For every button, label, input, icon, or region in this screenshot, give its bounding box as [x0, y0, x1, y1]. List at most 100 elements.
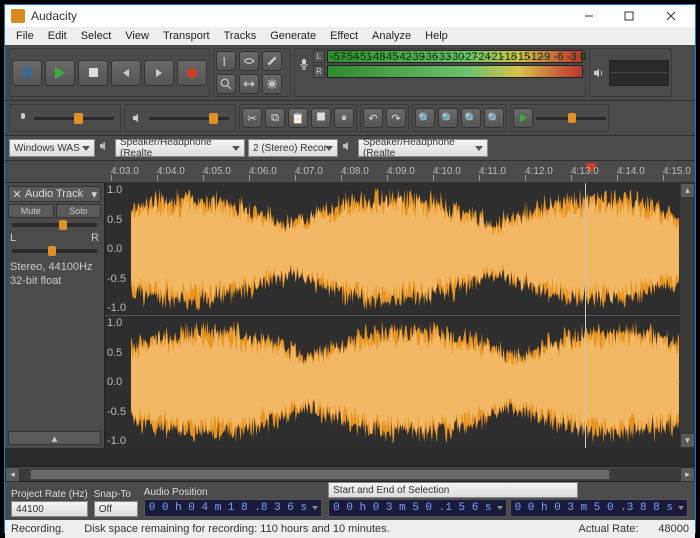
track-menu-icon[interactable]: ▾	[91, 188, 97, 201]
track-close-icon[interactable]: ✕	[12, 188, 22, 201]
mic-icon	[297, 57, 311, 71]
fit-selection-icon[interactable]: 🔍	[461, 108, 481, 128]
maximize-button[interactable]	[609, 5, 649, 27]
track-gain-slider[interactable]	[12, 223, 97, 227]
timeshift-tool-icon[interactable]	[239, 74, 259, 94]
zoom-out-icon[interactable]: 🔍	[438, 108, 458, 128]
menu-generate[interactable]: Generate	[263, 28, 323, 44]
solo-button[interactable]: Solo	[56, 204, 102, 218]
fit-project-icon[interactable]: 🔍	[484, 108, 504, 128]
mic-icon	[16, 111, 30, 125]
envelope-tool-icon[interactable]	[239, 51, 259, 71]
paste-icon[interactable]: 📋	[288, 108, 308, 128]
redo-icon[interactable]: ↷	[386, 108, 406, 128]
playback-volume-slider[interactable]	[124, 104, 236, 132]
zoom-toolbar: 🔍 🔍 🔍 🔍	[412, 104, 507, 132]
silence-icon[interactable]: ⏸	[334, 108, 354, 128]
titlebar: Audacity	[5, 5, 695, 27]
audio-position-field[interactable]: 0 0 h 0 4 m 1 8 .8 3 6 s	[144, 499, 322, 517]
menu-select[interactable]: Select	[74, 28, 119, 44]
waveform-display[interactable]: 1.00.50.0-0.5-1.0 1.00.50.0-0.5-1.0	[105, 183, 680, 448]
playback-meter-r[interactable]	[610, 73, 668, 85]
mute-button[interactable]: Mute	[8, 204, 54, 218]
track-pan-slider[interactable]	[12, 249, 97, 253]
speaker-icon	[341, 139, 355, 153]
selection-mode-combo[interactable]: Start and End of Selection	[328, 482, 578, 498]
draw-tool-icon[interactable]	[262, 51, 282, 71]
recording-channels-combo[interactable]: 2 (Stereo) Recor	[248, 139, 338, 157]
selection-end-field[interactable]: 0 0 h 0 3 m 5 0 .3 8 8 s	[510, 499, 688, 517]
speaker-icon	[131, 111, 145, 125]
recording-meter-r[interactable]	[327, 65, 583, 78]
playback-cursor	[585, 183, 586, 448]
status-bar: Recording. Disk space remaining for reco…	[5, 520, 695, 538]
minimize-button[interactable]	[569, 5, 609, 27]
menu-file[interactable]: File	[9, 28, 41, 44]
menu-transport[interactable]: Transport	[156, 28, 217, 44]
actual-rate-value: 48000	[658, 523, 689, 535]
pause-button[interactable]	[12, 60, 42, 86]
recording-volume-slider[interactable]	[9, 104, 121, 132]
app-icon	[11, 9, 25, 23]
selection-toolbar: Project Rate (Hz)44100 Snap-ToOff Audio …	[5, 482, 695, 520]
project-rate-label: Project Rate (Hz)	[11, 489, 88, 500]
menu-view[interactable]: View	[118, 28, 156, 44]
horizontal-scrollbar[interactable]: ◂▸	[5, 466, 695, 481]
actual-rate-label: Actual Rate:	[578, 523, 638, 535]
track-name: Audio Track	[22, 188, 91, 200]
window-title: Audacity	[31, 9, 569, 23]
audio-host-combo[interactable]: Windows WAS	[9, 139, 95, 157]
snap-to-label: Snap-To	[94, 489, 138, 500]
record-button[interactable]	[177, 60, 207, 86]
track-control-panel: ✕Audio Track▾ Mute Solo LR Stereo, 44100…	[5, 183, 105, 448]
tools-toolbar: I	[213, 48, 291, 97]
toolbar-row-1: I L-57-54-51-48-45-42-39-36-33-30-27-24-…	[5, 45, 695, 101]
toolbar-row-2: ✂ ⧉ 📋 ⯀ ⏸ ↶ ↷ 🔍 🔍 🔍 🔍	[5, 101, 695, 136]
track-header[interactable]: ✕Audio Track▾	[8, 186, 101, 202]
undo-toolbar: ↶ ↷	[360, 104, 409, 132]
pan-r-label: R	[91, 232, 99, 244]
skip-start-button[interactable]	[111, 60, 141, 86]
rec-meter-l-label: L	[313, 50, 325, 63]
trim-icon[interactable]: ⯀	[311, 108, 331, 128]
snap-to-combo[interactable]: Off	[94, 501, 138, 517]
edit-toolbar: ✂ ⧉ 📋 ⯀ ⏸	[239, 104, 357, 132]
skip-end-button[interactable]	[144, 60, 174, 86]
track-collapse-button[interactable]: ▴	[8, 431, 101, 445]
device-toolbar: Windows WAS Speaker/Headphone (Realte 2 …	[5, 136, 695, 161]
vertical-scrollbar[interactable]: ▴▾	[680, 183, 695, 448]
recording-device-combo[interactable]: Speaker/Headphone (Realte	[358, 139, 488, 157]
audio-position-label: Audio Position	[144, 487, 322, 498]
selection-start-field[interactable]: 0 0 h 0 3 m 5 0 .1 5 6 s	[328, 499, 506, 517]
menu-effect[interactable]: Effect	[323, 28, 365, 44]
zoom-tool-icon[interactable]	[216, 74, 236, 94]
zoom-in-icon[interactable]: 🔍	[415, 108, 435, 128]
multi-tool-icon[interactable]	[262, 74, 282, 94]
playback-device-combo[interactable]: Speaker/Headphone (Realte	[115, 139, 245, 157]
project-rate-combo[interactable]: 44100	[11, 501, 88, 517]
close-button[interactable]	[649, 5, 693, 27]
menu-tracks[interactable]: Tracks	[217, 28, 264, 44]
meter-toolbar: L-57-54-51-48-45-42-39-36-33-30-27-24-21…	[294, 48, 586, 97]
menu-edit[interactable]: Edit	[41, 28, 74, 44]
menubar: File Edit Select View Transport Tracks G…	[5, 27, 695, 45]
recording-meter-l[interactable]: -57-54-51-48-45-42-39-36-33-30-27-24-21-…	[327, 50, 583, 63]
track-format-info: Stereo, 44100Hz32-bit float	[8, 258, 101, 291]
transport-toolbar	[9, 48, 210, 97]
stop-button[interactable]	[78, 60, 108, 86]
scrub-play-icon[interactable]	[513, 108, 533, 128]
copy-icon[interactable]: ⧉	[265, 108, 285, 128]
scrub-toolbar	[510, 104, 609, 132]
speaker-icon	[592, 66, 606, 80]
menu-help[interactable]: Help	[418, 28, 455, 44]
playback-meter-l[interactable]	[610, 61, 668, 74]
selection-tool-icon[interactable]: I	[216, 51, 236, 71]
menu-analyze[interactable]: Analyze	[365, 28, 418, 44]
rec-meter-r-label: R	[313, 65, 325, 78]
status-disk: Disk space remaining for recording: 110 …	[84, 523, 558, 535]
timeline-ruler[interactable]: 4:03.04:04.04:05.04:06.04:07.04:08.04:09…	[5, 161, 695, 183]
cut-icon[interactable]: ✂	[242, 108, 262, 128]
undo-icon[interactable]: ↶	[363, 108, 383, 128]
play-button[interactable]	[45, 60, 75, 86]
svg-text:I: I	[222, 55, 226, 67]
